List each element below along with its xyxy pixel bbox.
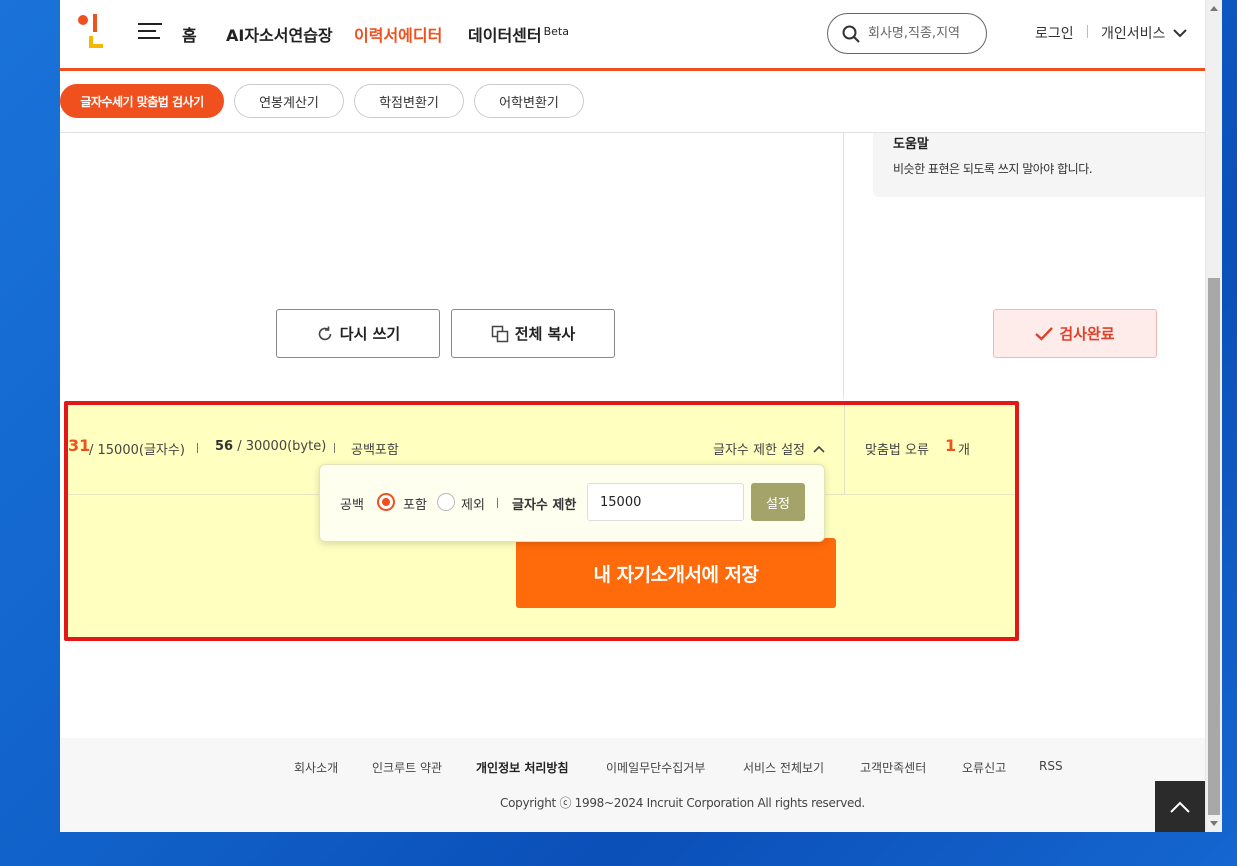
refresh-icon — [318, 326, 332, 340]
site-header: 홈 AI자소서연습장 이력서에디터 데이터센터Beta 로그인 개인서비스 — [60, 0, 1205, 71]
search-icon — [842, 25, 860, 43]
footer-link-customer-center[interactable]: 고객만족센터 — [860, 759, 926, 776]
footer-link-company[interactable]: 회사소개 — [294, 759, 338, 776]
spelling-error-unit: 개 — [958, 443, 970, 458]
save-to-my-essay-button[interactable]: 내 자기소개서에 저장 — [516, 538, 836, 608]
beta-badge: Beta — [543, 24, 569, 38]
status-separator — [334, 443, 335, 453]
popup-separator — [497, 498, 498, 508]
check-complete-button[interactable]: 검사완료 — [993, 309, 1157, 358]
chevron-down-icon — [1173, 28, 1188, 37]
footer-link-privacy[interactable]: 개인정보 처리방침 — [476, 759, 569, 776]
help-title: 도움말 — [893, 137, 929, 152]
help-box: 도움말 비슷한 표현은 되도록 쓰지 말아야 합니다. — [873, 133, 1205, 197]
nav-ai-essay-practice[interactable]: AI자소서연습장 — [226, 22, 333, 46]
checkmark-icon — [1035, 326, 1054, 341]
set-limit-button[interactable]: 설정 — [751, 483, 805, 521]
chevron-up-icon — [813, 445, 825, 453]
footer-link-email-refusal[interactable]: 이메일무단수집거부 — [606, 759, 705, 776]
search-box[interactable] — [827, 13, 987, 54]
spelling-error-label: 맞춤법 오류 — [865, 443, 929, 458]
space-label: 공백 — [340, 498, 364, 513]
status-separator — [197, 443, 198, 453]
exclude-space-label[interactable]: 제외 — [461, 494, 485, 513]
footer-link-rss[interactable]: RSS — [1039, 759, 1063, 773]
tab-language-converter[interactable]: 어학변환기 — [474, 84, 584, 118]
login-link[interactable]: 로그인 — [1035, 23, 1074, 43]
personal-services-label: 개인서비스 — [1101, 26, 1166, 42]
nav-resume-editor[interactable]: 이력서에디터 — [354, 22, 442, 46]
tab-gpa-converter[interactable]: 학점변환기 — [354, 84, 464, 118]
browser-window: 홈 AI자소서연습장 이력서에디터 데이터센터Beta 로그인 개인서비스 글자… — [60, 0, 1222, 832]
char-limit-text: / 15000(글자수) — [89, 443, 185, 458]
current-char-count: 31 — [68, 436, 90, 455]
byte-count-value: 56 — [215, 439, 234, 454]
highlighted-status-region: 31 / 15000(글자수) 56 / 30000(byte) 공백포함 글자… — [64, 401, 1019, 641]
scrollbar-thumb[interactable] — [1208, 278, 1220, 815]
status-divider — [844, 405, 845, 495]
nav-data-center[interactable]: 데이터센터 Beta — [468, 22, 569, 46]
radio-exclude-space[interactable] — [437, 493, 455, 511]
byte-limit-text: / 30000(byte) — [237, 439, 327, 454]
header-divider — [1087, 25, 1088, 38]
result-panel: 도움말 비슷한 표현은 되도록 쓰지 말아야 합니다. 검사완료 — [845, 133, 1205, 399]
scroll-up-arrow-icon[interactable] — [1206, 0, 1222, 17]
copy-icon — [491, 325, 509, 342]
scroll-to-top-button[interactable] — [1155, 781, 1205, 832]
radio-include-space[interactable] — [377, 493, 395, 511]
menu-icon[interactable] — [138, 23, 162, 41]
tab-salary-calculator[interactable]: 연봉계산기 — [234, 84, 344, 118]
tab-spell-checker[interactable]: 글자수세기 맞춤법 검사기 — [60, 84, 224, 118]
editor-area[interactable]: 다시 쓰기 전체 복사 — [60, 133, 844, 399]
copy-all-button[interactable]: 전체 복사 — [451, 309, 615, 358]
search-input[interactable] — [868, 26, 978, 41]
site-footer: 회사소개 인크루트 약관 개인정보 처리방침 이메일무단수집거부 서비스 전체보… — [60, 738, 1205, 832]
footer-link-terms[interactable]: 인크루트 약관 — [372, 759, 442, 776]
incruit-logo-icon[interactable] — [78, 14, 104, 50]
byte-count: 56 / 30000(byte) — [215, 439, 326, 454]
spelling-error-count: 1 — [945, 436, 957, 455]
footer-link-report-error[interactable]: 오류신고 — [962, 759, 1006, 776]
char-limit-label: 글자수 제한 — [512, 498, 577, 513]
char-limit-input[interactable] — [587, 483, 744, 521]
tool-tabs: 글자수세기 맞춤법 검사기 연봉계산기 학점변환기 어학변환기 — [60, 74, 1205, 133]
personal-services-menu[interactable]: 개인서비스 — [1101, 23, 1188, 43]
copy-all-label: 전체 복사 — [514, 325, 576, 343]
chevron-up-icon — [1170, 801, 1190, 813]
limit-setting-popup: 공백 포함 제외 글자수 제한 설정 — [319, 464, 825, 542]
help-text: 비슷한 표현은 되도록 쓰지 말아야 합니다. — [893, 162, 1093, 176]
rewrite-button[interactable]: 다시 쓰기 — [276, 309, 440, 358]
page: 홈 AI자소서연습장 이력서에디터 데이터센터Beta 로그인 개인서비스 글자… — [60, 0, 1205, 832]
nav-data-center-label: 데이터센터 — [468, 26, 542, 45]
char-count-value: 31 — [68, 436, 91, 455]
copyright-text: Copyright ⓒ 1998~2024 Incruit Corporatio… — [500, 796, 865, 810]
nav-home[interactable]: 홈 — [182, 22, 197, 46]
footer-link-all-services[interactable]: 서비스 전체보기 — [743, 759, 824, 776]
scroll-down-arrow-icon[interactable] — [1206, 815, 1222, 832]
check-complete-label: 검사완료 — [1059, 325, 1115, 343]
space-mode: 공백포함 — [351, 443, 399, 458]
limit-setting-label: 글자수 제한 설정 — [713, 443, 805, 458]
vertical-scrollbar[interactable] — [1205, 0, 1222, 832]
limit-setting-toggle[interactable]: 글자수 제한 설정 — [713, 439, 825, 458]
rewrite-label: 다시 쓰기 — [339, 325, 401, 343]
include-space-label[interactable]: 포함 — [403, 494, 427, 513]
